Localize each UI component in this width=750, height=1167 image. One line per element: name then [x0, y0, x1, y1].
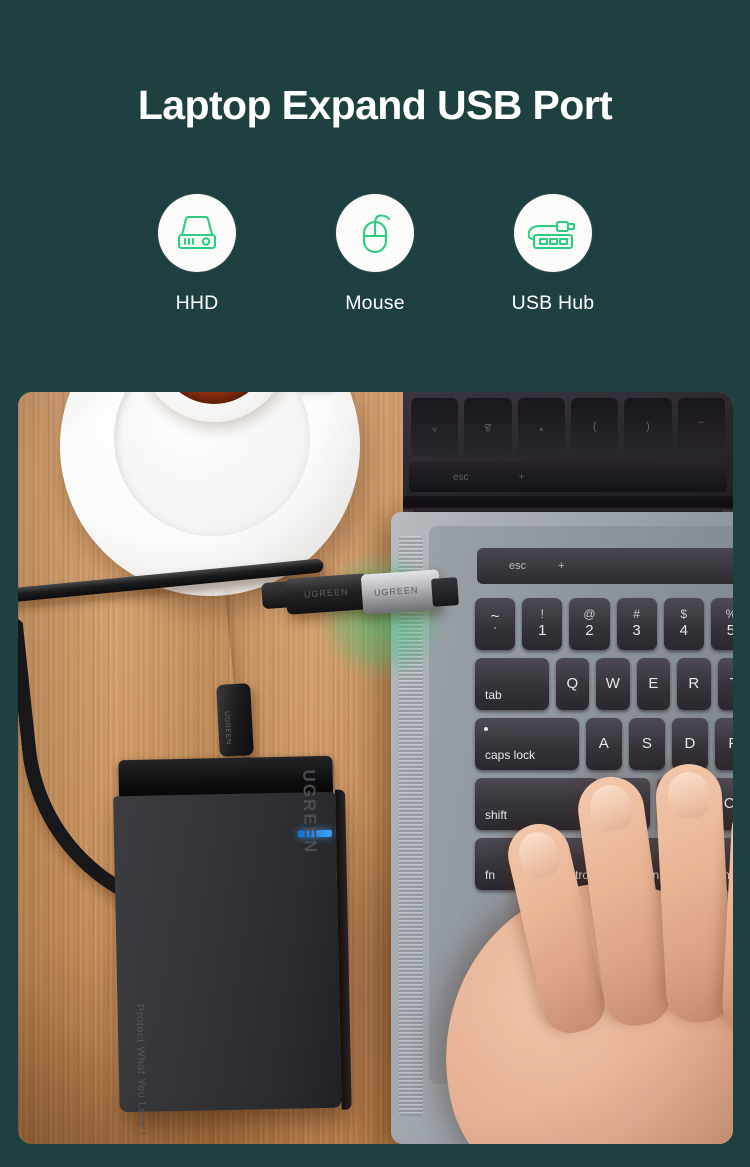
adapter-plug-tip — [431, 577, 459, 607]
key-top-legend: # — [633, 607, 640, 622]
key-top-legend: $ — [680, 607, 688, 622]
feature-icon-badge — [336, 194, 414, 272]
keyboard-row-numbers: ~ ` ! 1 @ 2 # 3 $ 4 5 — [475, 598, 733, 650]
feature-label: HHD — [175, 292, 219, 314]
key-t[interactable]: T — [717, 658, 733, 710]
key-top-legend: @ — [583, 607, 596, 622]
screen-key: ( — [570, 398, 619, 456]
usb-hub-icon — [528, 213, 578, 253]
feature-label: Mouse — [345, 292, 405, 314]
screen-key: ^ — [411, 398, 459, 456]
key-2[interactable]: @ 2 — [569, 598, 610, 650]
ugreen-cable-connector — [284, 573, 370, 615]
key-bottom-legend: 3 — [632, 622, 641, 640]
mouse-icon — [351, 211, 399, 255]
hand — [407, 704, 733, 1144]
key-tilde[interactable]: ~ ` — [475, 598, 516, 650]
key-top-legend: ~ — [490, 608, 500, 626]
key-e[interactable]: E — [636, 658, 671, 710]
screen-reflection-keys: ^ & * ( ) _ — [407, 394, 729, 456]
key-bottom-legend: 2 — [585, 622, 594, 640]
touchbar[interactable]: esc + — [477, 548, 733, 584]
fingernail — [587, 782, 635, 834]
key-q[interactable]: Q — [555, 658, 590, 710]
finger-ring — [654, 762, 733, 1024]
laptop-screen: ^ & * ( ) _ esc + — [403, 392, 733, 504]
key-bottom-legend: ` — [493, 624, 498, 639]
touchbar-plus-key[interactable]: + — [558, 560, 564, 572]
screen-reflection-touchbar: esc + — [409, 462, 727, 492]
feature-item-mouse[interactable]: Mouse — [317, 194, 433, 315]
ugreen-usb-adapter — [360, 569, 442, 615]
ugreen-hdd-enclosure: UGREEN Protect What You Love ! — [112, 755, 352, 1136]
feature-icon-badge — [158, 194, 236, 272]
key-top-legend: ! — [540, 607, 544, 622]
feature-list: HHD Mouse USB Hub — [0, 194, 750, 315]
screen-key: * — [517, 398, 565, 456]
screen-touchbar-plus: + — [518, 471, 525, 483]
touchbar-esc-key[interactable]: esc — [509, 560, 526, 572]
hdd-icon — [173, 213, 221, 253]
key-top-legend: % — [726, 608, 733, 622]
feature-label: USB Hub — [511, 292, 595, 314]
key-bottom-legend: 4 — [679, 622, 688, 640]
usb-cable-connector — [216, 683, 254, 757]
key-tab[interactable]: tab — [475, 658, 549, 710]
screen-key: ) — [624, 398, 672, 456]
product-photo: ^ & * ( ) _ esc + esc + ~ ` ! 1 @ 2 # 3 … — [18, 392, 733, 1144]
page-title: Laptop Expand USB Port — [137, 82, 613, 128]
fingernail — [667, 771, 711, 820]
key-r[interactable]: R — [677, 658, 711, 710]
screen-touchbar-esc: esc — [453, 471, 469, 483]
feature-icon-badge — [514, 194, 592, 272]
keyboard-row-qwerty: tab Q W E R T — [475, 658, 733, 710]
key-3[interactable]: # 3 — [616, 598, 657, 650]
key-4[interactable]: $ 4 — [663, 598, 704, 650]
hdd-body: UGREEN Protect What You Love ! — [113, 769, 342, 1136]
key-1[interactable]: ! 1 — [522, 598, 563, 650]
key-bottom-legend: 5 — [726, 622, 733, 640]
feature-item-usb-hub[interactable]: USB Hub — [495, 194, 611, 315]
fingernail — [515, 828, 564, 882]
key-bottom-legend: 1 — [538, 622, 547, 640]
screen-key: _ — [677, 398, 725, 456]
screen-key: & — [464, 398, 512, 456]
hdd-tagline-label: Protect What You Love ! — [133, 1003, 149, 1136]
key-5[interactable]: % 5 — [710, 598, 733, 650]
hdd-brand-label: UGREEN — [299, 769, 321, 855]
key-w[interactable]: W — [596, 658, 630, 710]
feature-item-hhd[interactable]: HHD — [139, 194, 255, 315]
